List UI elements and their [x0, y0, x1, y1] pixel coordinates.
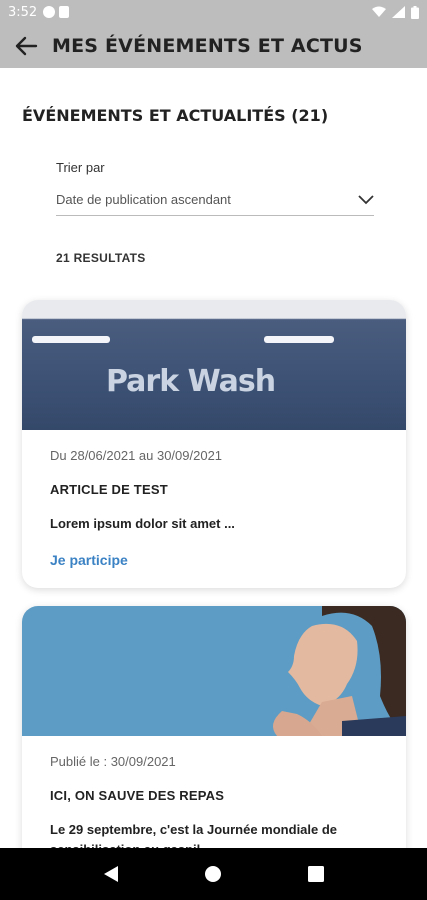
card-description: Lorem ipsum dolor sit amet ...: [50, 516, 235, 531]
sim-icon: [59, 6, 70, 18]
card-title: ARTICLE DE TEST: [50, 482, 168, 497]
card-title: ICI, ON SAUVE DES REPAS: [50, 788, 225, 803]
signal-icon: [392, 6, 405, 18]
sort-label: Trier par: [56, 160, 105, 175]
arrow-left-icon: [15, 36, 38, 56]
nav-home-icon[interactable]: [204, 865, 222, 883]
nav-recents-icon[interactable]: [308, 866, 325, 882]
card-date: Du 28/06/2021 au 30/09/2021: [50, 448, 223, 463]
chevron-down-icon: [358, 194, 374, 204]
event-card[interactable]: Publié le : 30/09/2021 ICI, ON SAUVE DES…: [22, 606, 406, 848]
system-navbar: [0, 848, 427, 900]
park-wash-logo: Park Wash: [106, 364, 276, 399]
back-button[interactable]: [0, 24, 52, 68]
card-image: Park Wash: [22, 300, 406, 430]
notification-icon: [43, 6, 56, 18]
ceiling-light: [32, 336, 110, 343]
battery-icon: [411, 5, 419, 19]
app-header: MES ÉVÉNEMENTS ET ACTUS: [0, 24, 427, 68]
status-time: 3:52: [8, 4, 38, 20]
page-title: MES ÉVÉNEMENTS ET ACTUS: [52, 35, 363, 57]
card-image: [22, 606, 406, 736]
wifi-icon: [372, 6, 386, 17]
ceiling-light: [264, 336, 334, 343]
main-content: ÉVÉNEMENTS ET ACTUALITÉS (21) Trier par …: [0, 68, 427, 848]
participate-link[interactable]: Je participe: [50, 552, 128, 568]
card-description: Le 29 septembre, c'est la Journée mondia…: [50, 822, 338, 848]
sort-select[interactable]: Date de publication ascendant: [56, 184, 374, 216]
nav-back-icon[interactable]: [103, 865, 119, 883]
results-count: 21 RESULTATS: [56, 251, 146, 265]
woman-portrait-illustration: [273, 606, 406, 736]
card-date: Publié le : 30/09/2021: [50, 754, 176, 769]
event-card[interactable]: Park Wash Du 28/06/2021 au 30/09/2021 AR…: [22, 300, 406, 588]
status-bar: 3:52: [0, 0, 427, 24]
section-title: ÉVÉNEMENTS ET ACTUALITÉS (21): [22, 106, 329, 125]
sort-select-value: Date de publication ascendant: [56, 192, 231, 207]
